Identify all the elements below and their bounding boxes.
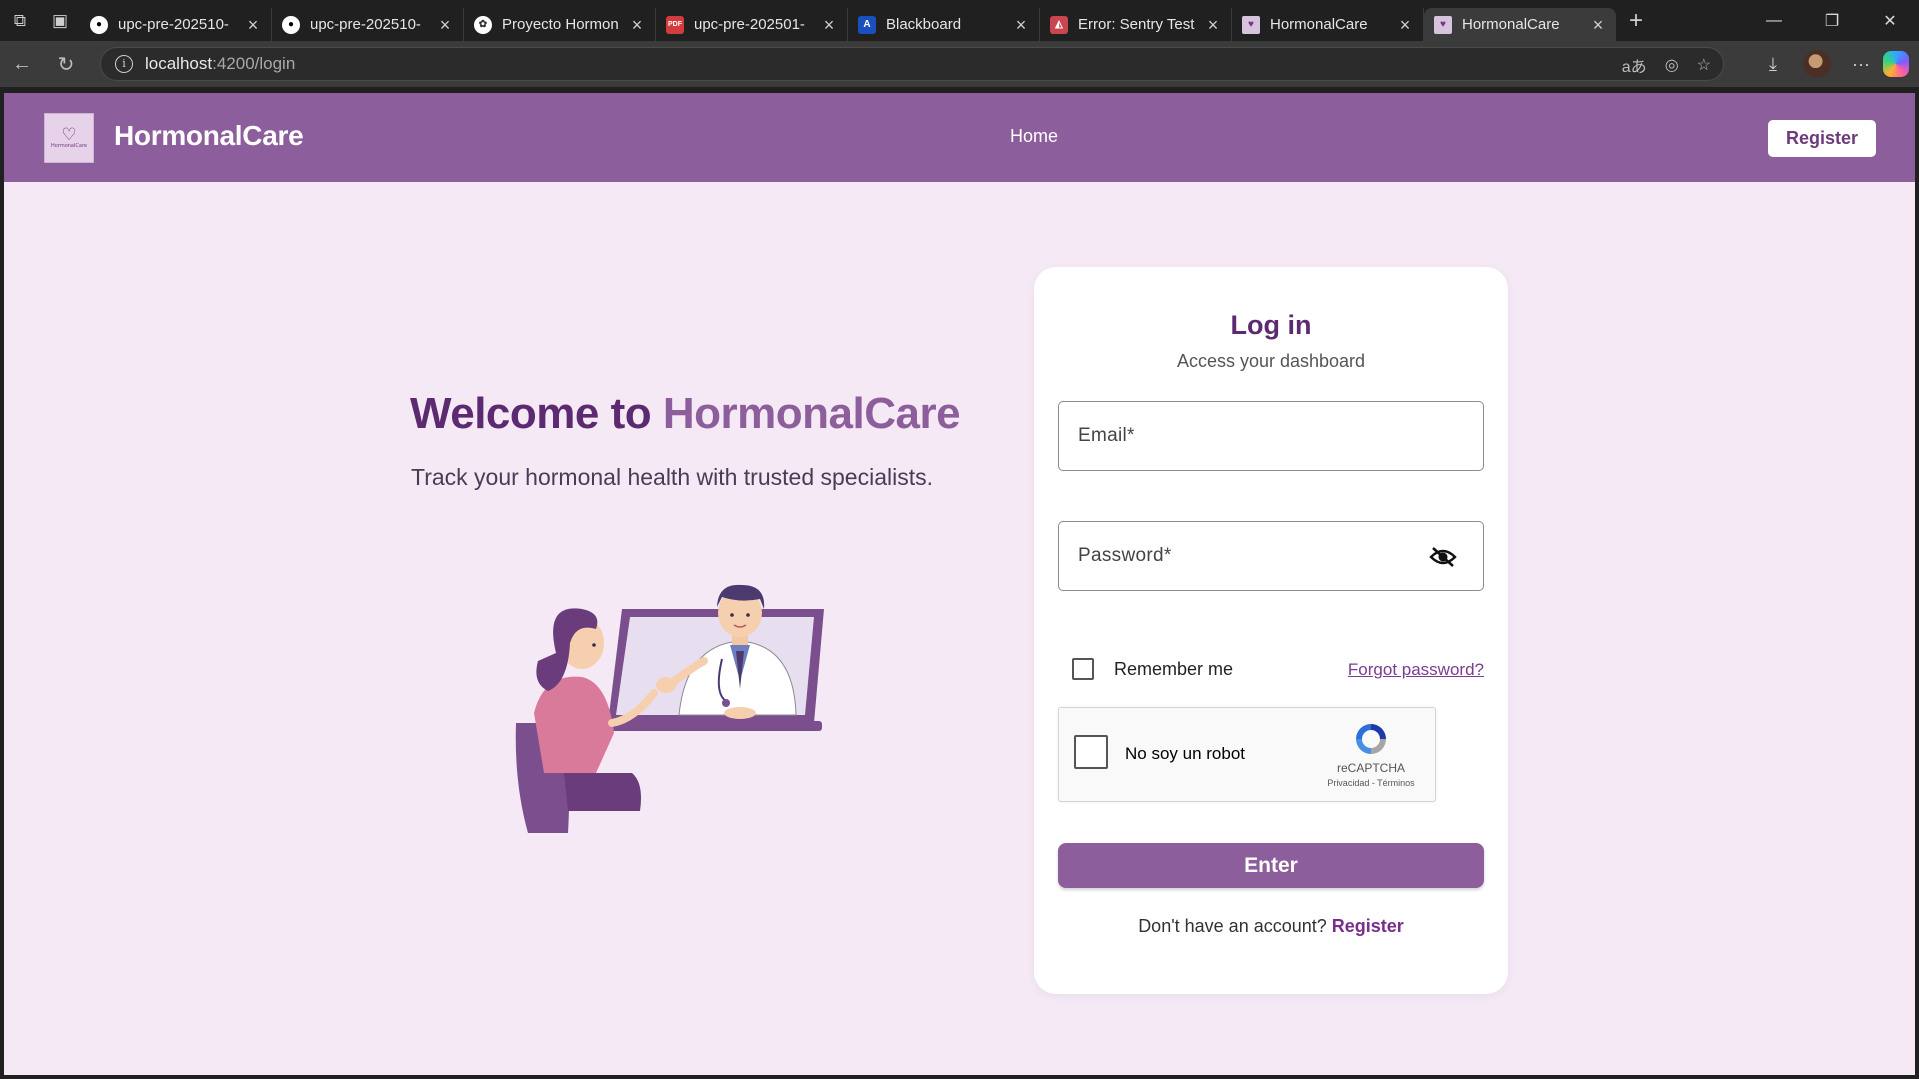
login-title: Log in [1230, 310, 1312, 340]
app-logo[interactable]: ♡ HormonalCare [44, 113, 94, 163]
signup-prompt: Don't have an account? Register [1034, 916, 1508, 937]
vertical-tabs-icon[interactable]: ▣ [40, 0, 80, 41]
app-header: ♡ HormonalCare HormonalCare Home Registe… [4, 93, 1915, 182]
workspaces-icon[interactable]: ⧉ [0, 0, 40, 41]
recaptcha-brand-text: reCAPTCHA [1336, 761, 1405, 775]
close-window-icon[interactable]: ✕ [1861, 0, 1919, 41]
close-tab-icon[interactable]: × [437, 16, 453, 34]
url-host: localhost [145, 54, 213, 73]
logo-text: HormonalCare [51, 143, 87, 149]
browser-tab[interactable]: ♥ HormonalCare × [1232, 8, 1424, 41]
tab-title: HormonalCare [1462, 16, 1560, 33]
hormonalcare-icon: ♥ [1242, 15, 1260, 34]
tab-title: Error: Sentry Test [1078, 16, 1195, 33]
browser-tab[interactable]: ● upc-pre-202510- × [80, 8, 272, 41]
url-path: :4200/login [212, 54, 296, 73]
minimize-icon[interactable]: — [1745, 0, 1803, 41]
chatgpt-icon: ✿ [474, 15, 492, 34]
restore-icon[interactable]: ❐ [1803, 0, 1861, 41]
hero-title-accent: HormonalCare [662, 389, 961, 438]
recaptcha-label: No soy un robot [1125, 744, 1246, 763]
browser-tab[interactable]: ◭ Error: Sentry Test × [1040, 8, 1232, 41]
close-tab-icon[interactable]: × [1013, 16, 1029, 34]
tab-title: Proyecto Hormon [502, 16, 619, 33]
browser-tab[interactable]: ● upc-pre-202510- × [272, 8, 464, 41]
visibility-off-icon[interactable] [1429, 546, 1457, 568]
hormonalcare-icon: ♥ [1434, 15, 1452, 34]
profile-avatar[interactable] [1803, 50, 1831, 78]
browser-tab[interactable]: ✿ Proyecto Hormon × [464, 8, 656, 41]
login-card: Log in Access your dashboard Email* Pass… [1034, 267, 1508, 994]
browser-tab[interactable]: A Blackboard × [848, 8, 1040, 41]
remember-me[interactable]: Remember me [1072, 658, 1233, 680]
address-bar-actions: aあ ◎ ☆ [1622, 48, 1711, 82]
close-tab-icon[interactable]: × [821, 16, 837, 34]
signup-prompt-text: Don't have an account? [1138, 916, 1327, 936]
recaptcha-branding: reCAPTCHA Privacidad - Términos [1321, 720, 1421, 788]
heart-logo-icon: ♡ [61, 125, 77, 144]
tab-title: upc-pre-202510- [310, 16, 421, 33]
browser-tab-active[interactable]: ♥ HormonalCare × [1424, 8, 1616, 41]
more-menu-icon[interactable]: ··· [1839, 41, 1883, 87]
browser-tab-strip: ⧉ ▣ ● upc-pre-202510- × ● upc-pre-202510… [0, 0, 1919, 41]
close-tab-icon[interactable]: × [1397, 16, 1413, 34]
back-icon[interactable]: ← [0, 41, 44, 87]
browser-tab[interactable]: PDF upc-pre-202501- × [656, 8, 848, 41]
site-info-icon[interactable]: i [115, 55, 133, 73]
tab-list: ● upc-pre-202510- × ● upc-pre-202510- × … [80, 0, 1616, 41]
window-controls: — ❐ ✕ [1745, 0, 1919, 41]
url-text: localhost:4200/login [145, 54, 295, 74]
password-field[interactable]: Password* [1058, 521, 1484, 591]
recaptcha-logo-icon [1356, 724, 1386, 754]
brand-name[interactable]: HormonalCare [114, 120, 304, 152]
github-icon: ● [282, 15, 300, 34]
forgot-password-link[interactable]: Forgot password? [1348, 660, 1484, 680]
close-tab-icon[interactable]: × [629, 16, 645, 34]
downloads-icon[interactable]: ⤓ [1751, 41, 1795, 87]
recaptcha-terms-link[interactable]: Privacidad - Términos [1321, 778, 1421, 788]
page-viewport: ♡ HormonalCare HormonalCare Home Registe… [4, 93, 1915, 1075]
new-tab-icon[interactable]: + [1616, 0, 1656, 41]
tracking-prevention-icon[interactable]: ◎ [1665, 55, 1679, 75]
recaptcha-widget: No soy un robot reCAPTCHA Privacidad - T… [1058, 707, 1436, 802]
tab-title: upc-pre-202510- [118, 16, 229, 33]
email-field[interactable]: Email* [1058, 401, 1484, 471]
password-label: Password* [1078, 545, 1172, 566]
favorite-star-icon[interactable]: ☆ [1697, 55, 1711, 75]
close-tab-icon[interactable]: × [245, 16, 261, 34]
refresh-icon[interactable]: ↻ [44, 41, 88, 87]
tab-title: HormonalCare [1270, 16, 1368, 33]
telemedicine-illustration [515, 584, 824, 833]
close-tab-icon[interactable]: × [1205, 16, 1221, 34]
close-tab-icon[interactable]: × [1590, 16, 1606, 34]
address-bar[interactable]: i localhost:4200/login aあ ◎ ☆ [100, 47, 1724, 81]
tab-title: upc-pre-202501- [694, 16, 805, 33]
email-label: Email* [1078, 425, 1135, 446]
header-register-button[interactable]: Register [1768, 120, 1876, 157]
browser-toolbar: ⤓ ··· [1751, 41, 1919, 87]
sentry-icon: ◭ [1050, 15, 1068, 34]
hero-title-prefix: Welcome to [410, 389, 663, 438]
recaptcha-checkbox[interactable] [1074, 735, 1108, 769]
signup-register-link[interactable]: Register [1332, 916, 1404, 936]
address-bar-row: ← ↻ i localhost:4200/login aあ ◎ ☆ ⤓ ··· [0, 41, 1919, 87]
hero-subtitle: Track your hormonal health with trusted … [411, 464, 933, 490]
tab-title: Blackboard [886, 16, 962, 33]
copilot-icon[interactable] [1883, 51, 1909, 77]
login-subtitle: Access your dashboard [1176, 351, 1366, 371]
nav-home-link[interactable]: Home [1010, 126, 1058, 147]
hero-title: Welcome to HormonalCare [410, 389, 961, 439]
remember-me-label: Remember me [1114, 658, 1234, 679]
blackboard-icon: A [858, 15, 876, 34]
remember-me-checkbox[interactable] [1072, 658, 1094, 680]
pdf-icon: PDF [666, 15, 684, 34]
github-icon: ● [90, 15, 108, 34]
enter-button[interactable]: Enter [1058, 843, 1484, 888]
read-aloud-icon[interactable]: aあ [1622, 53, 1647, 77]
